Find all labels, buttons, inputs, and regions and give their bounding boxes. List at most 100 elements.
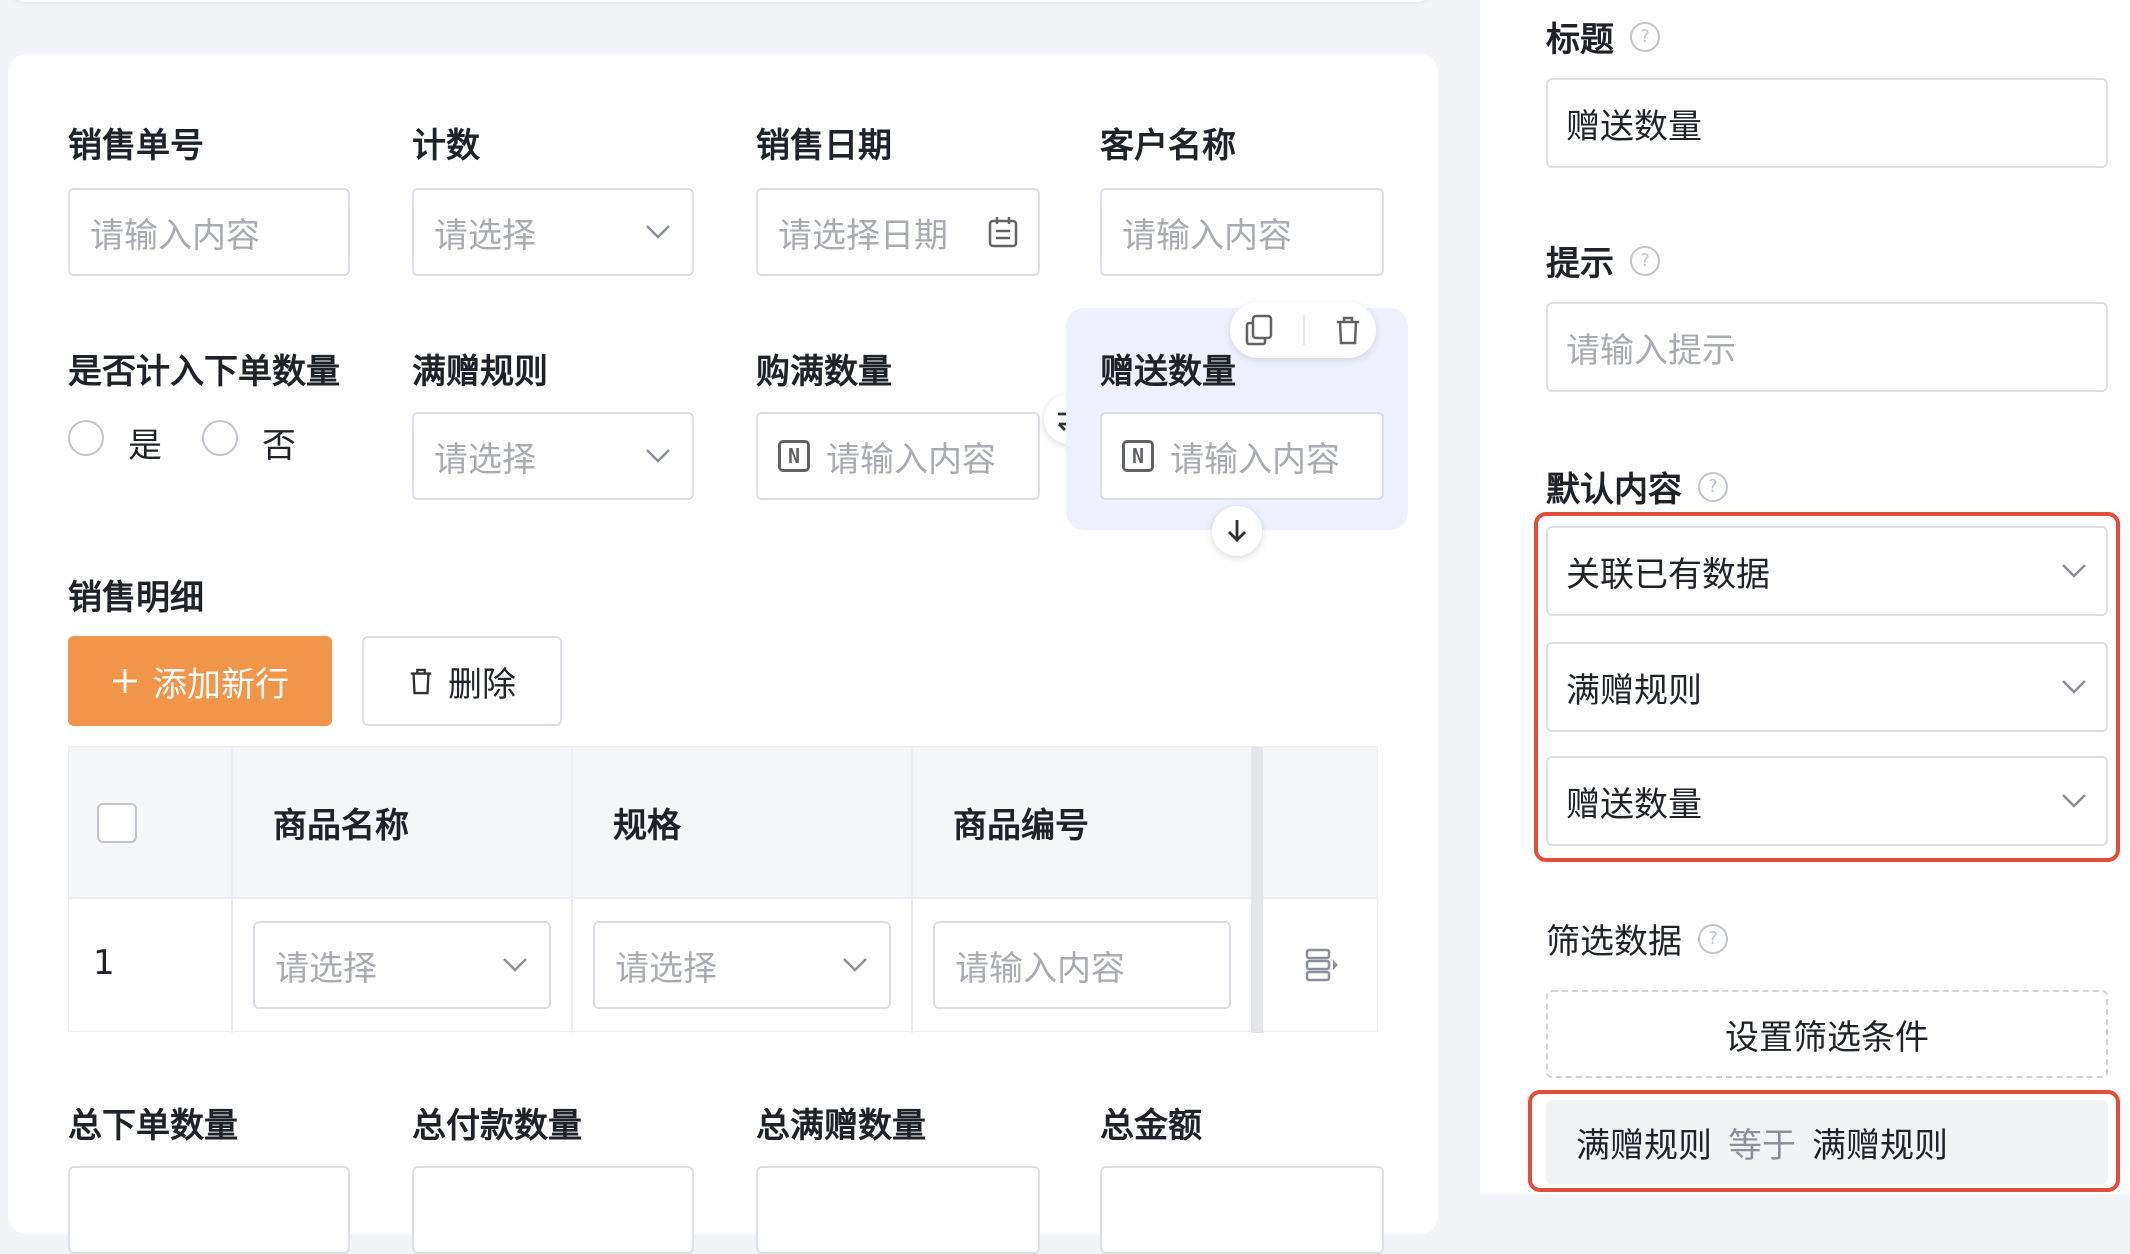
- chevron-down-icon: [2062, 794, 2086, 808]
- sales-no-input[interactable]: 请输入内容: [68, 188, 350, 276]
- spec-select[interactable]: 请选择: [593, 921, 891, 1009]
- title-input[interactable]: 赠送数量: [1546, 78, 2108, 168]
- col-header-spec: 规格: [613, 805, 681, 846]
- filter-field: 满赠规则: [1576, 1125, 1712, 1166]
- field-label-customer: 客户名称: [1100, 126, 1236, 166]
- help-icon[interactable]: ?: [1698, 471, 1728, 502]
- chevron-down-icon: [843, 958, 867, 972]
- prop-default-text: 默认内容: [1546, 470, 1682, 510]
- radio-yes-label: 是: [128, 426, 162, 466]
- title-value: 赠送数量: [1566, 106, 1702, 147]
- count-select[interactable]: 请选择: [412, 188, 694, 276]
- col-divider: [911, 747, 913, 1033]
- copy-icon[interactable]: [1244, 314, 1274, 346]
- total-orders-input[interactable]: [68, 1166, 350, 1254]
- prop-hint-label: 提示 ?: [1546, 236, 1660, 285]
- filter-operator: 等于: [1728, 1125, 1796, 1166]
- chevron-down-icon: [503, 958, 527, 972]
- delete-icon[interactable]: [1334, 314, 1362, 346]
- field-label-rule: 满赠规则: [412, 352, 548, 392]
- plus-icon: [113, 669, 137, 693]
- rule-select[interactable]: 请选择: [412, 412, 694, 500]
- prop-default-label: 默认内容 ?: [1546, 462, 1728, 511]
- field-label-count: 计数: [412, 126, 480, 166]
- sales-date-picker[interactable]: 请选择日期: [756, 188, 1040, 276]
- col-divider: [571, 747, 573, 1033]
- radio-yes[interactable]: [68, 420, 104, 456]
- prop-filter-label: 筛选数据 ?: [1546, 914, 1728, 963]
- add-row-label: 添加新行: [153, 664, 289, 705]
- product-select[interactable]: 请选择: [253, 921, 551, 1009]
- fixed-col-shadow: [1251, 747, 1263, 1033]
- top-card-edge: [8, 0, 1434, 2]
- sales-detail-table: 商品名称 规格 商品编号 1 请选择 请选择 请输入内容: [68, 746, 1378, 1033]
- spec-placeholder: 请选择: [615, 948, 717, 989]
- help-icon[interactable]: ?: [1698, 923, 1728, 954]
- number-field-icon: N: [1122, 440, 1154, 472]
- col-divider: [231, 747, 233, 1033]
- field-label-gift-qty: 赠送数量: [1100, 352, 1236, 392]
- hint-input[interactable]: 请输入提示: [1546, 302, 2108, 392]
- col-header-product: 商品名称: [273, 805, 409, 846]
- help-icon[interactable]: ?: [1630, 245, 1660, 276]
- customer-input[interactable]: 请输入内容: [1100, 188, 1384, 276]
- product-placeholder: 请选择: [275, 948, 377, 989]
- code-input[interactable]: 请输入内容: [933, 921, 1231, 1009]
- radio-no-label: 否: [262, 426, 296, 466]
- radio-no[interactable]: [202, 420, 238, 456]
- row-detail-icon[interactable]: [1305, 947, 1339, 983]
- set-filter-label: 设置筛选条件: [1725, 1017, 1929, 1058]
- row-index: 1: [93, 943, 115, 983]
- filter-condition[interactable]: 满赠规则 等于 满赠规则: [1546, 1100, 2108, 1184]
- gift-qty-placeholder: 请输入内容: [1170, 439, 1340, 480]
- delete-row-button[interactable]: 删除: [362, 636, 562, 726]
- col-header-code: 商品编号: [953, 805, 1089, 846]
- header-divider: [69, 897, 1377, 899]
- total-amount-input[interactable]: [1100, 1166, 1384, 1254]
- gift-qty-input[interactable]: N 请输入内容: [1100, 412, 1384, 500]
- select-all-checkbox[interactable]: [97, 803, 137, 843]
- sales-no-placeholder: 请输入内容: [90, 215, 260, 256]
- total-gift-input[interactable]: [756, 1166, 1040, 1254]
- linked-field-select[interactable]: 赠送数量: [1546, 756, 2108, 846]
- delete-row-label: 删除: [448, 664, 516, 705]
- toolbar-divider: [1302, 315, 1305, 345]
- sales-date-placeholder: 请选择日期: [778, 215, 948, 256]
- set-filter-button[interactable]: 设置筛选条件: [1546, 990, 2108, 1078]
- chevron-down-icon: [646, 225, 670, 239]
- linked-form-value: 满赠规则: [1566, 670, 1702, 711]
- chevron-down-icon: [646, 449, 670, 463]
- default-mode-select[interactable]: 关联已有数据: [1546, 526, 2108, 616]
- field-label-total-amount: 总金额: [1100, 1106, 1202, 1146]
- linked-form-select[interactable]: 满赠规则: [1546, 642, 2108, 732]
- add-row-button[interactable]: 添加新行: [68, 636, 332, 726]
- field-label-total-gift: 总满赠数量: [756, 1106, 926, 1146]
- linked-field-value: 赠送数量: [1566, 784, 1702, 825]
- filter-value: 满赠规则: [1812, 1125, 1948, 1166]
- field-label-total-paid: 总付款数量: [412, 1106, 582, 1146]
- field-label-full-qty: 购满数量: [756, 352, 892, 392]
- help-icon[interactable]: ?: [1630, 21, 1660, 52]
- prop-hint-text: 提示: [1546, 244, 1614, 284]
- count-placeholder: 请选择: [434, 215, 536, 256]
- customer-placeholder: 请输入内容: [1122, 215, 1292, 256]
- chevron-down-icon: [2062, 564, 2086, 578]
- calendar-icon: [988, 217, 1018, 248]
- field-label-sales-no: 销售单号: [68, 126, 204, 166]
- total-paid-input[interactable]: [412, 1166, 694, 1254]
- field-label-sales-date: 销售日期: [756, 126, 892, 166]
- field-label-sales-detail: 销售明细: [68, 578, 204, 618]
- field-label-count-in-orders: 是否计入下单数量: [68, 352, 340, 392]
- default-mode-value: 关联已有数据: [1566, 554, 1770, 595]
- table-header: [69, 747, 1377, 897]
- prop-filter-text: 筛选数据: [1546, 922, 1682, 962]
- rule-placeholder: 请选择: [434, 439, 536, 480]
- full-qty-placeholder: 请输入内容: [826, 439, 996, 480]
- full-qty-input[interactable]: N 请输入内容: [756, 412, 1040, 500]
- prop-title-text: 标题: [1546, 20, 1614, 60]
- prop-title-label: 标题 ?: [1546, 12, 1660, 61]
- move-down-icon[interactable]: [1212, 506, 1262, 556]
- number-field-icon: N: [778, 440, 810, 472]
- hint-placeholder: 请输入提示: [1566, 330, 1736, 371]
- code-placeholder: 请输入内容: [955, 948, 1125, 989]
